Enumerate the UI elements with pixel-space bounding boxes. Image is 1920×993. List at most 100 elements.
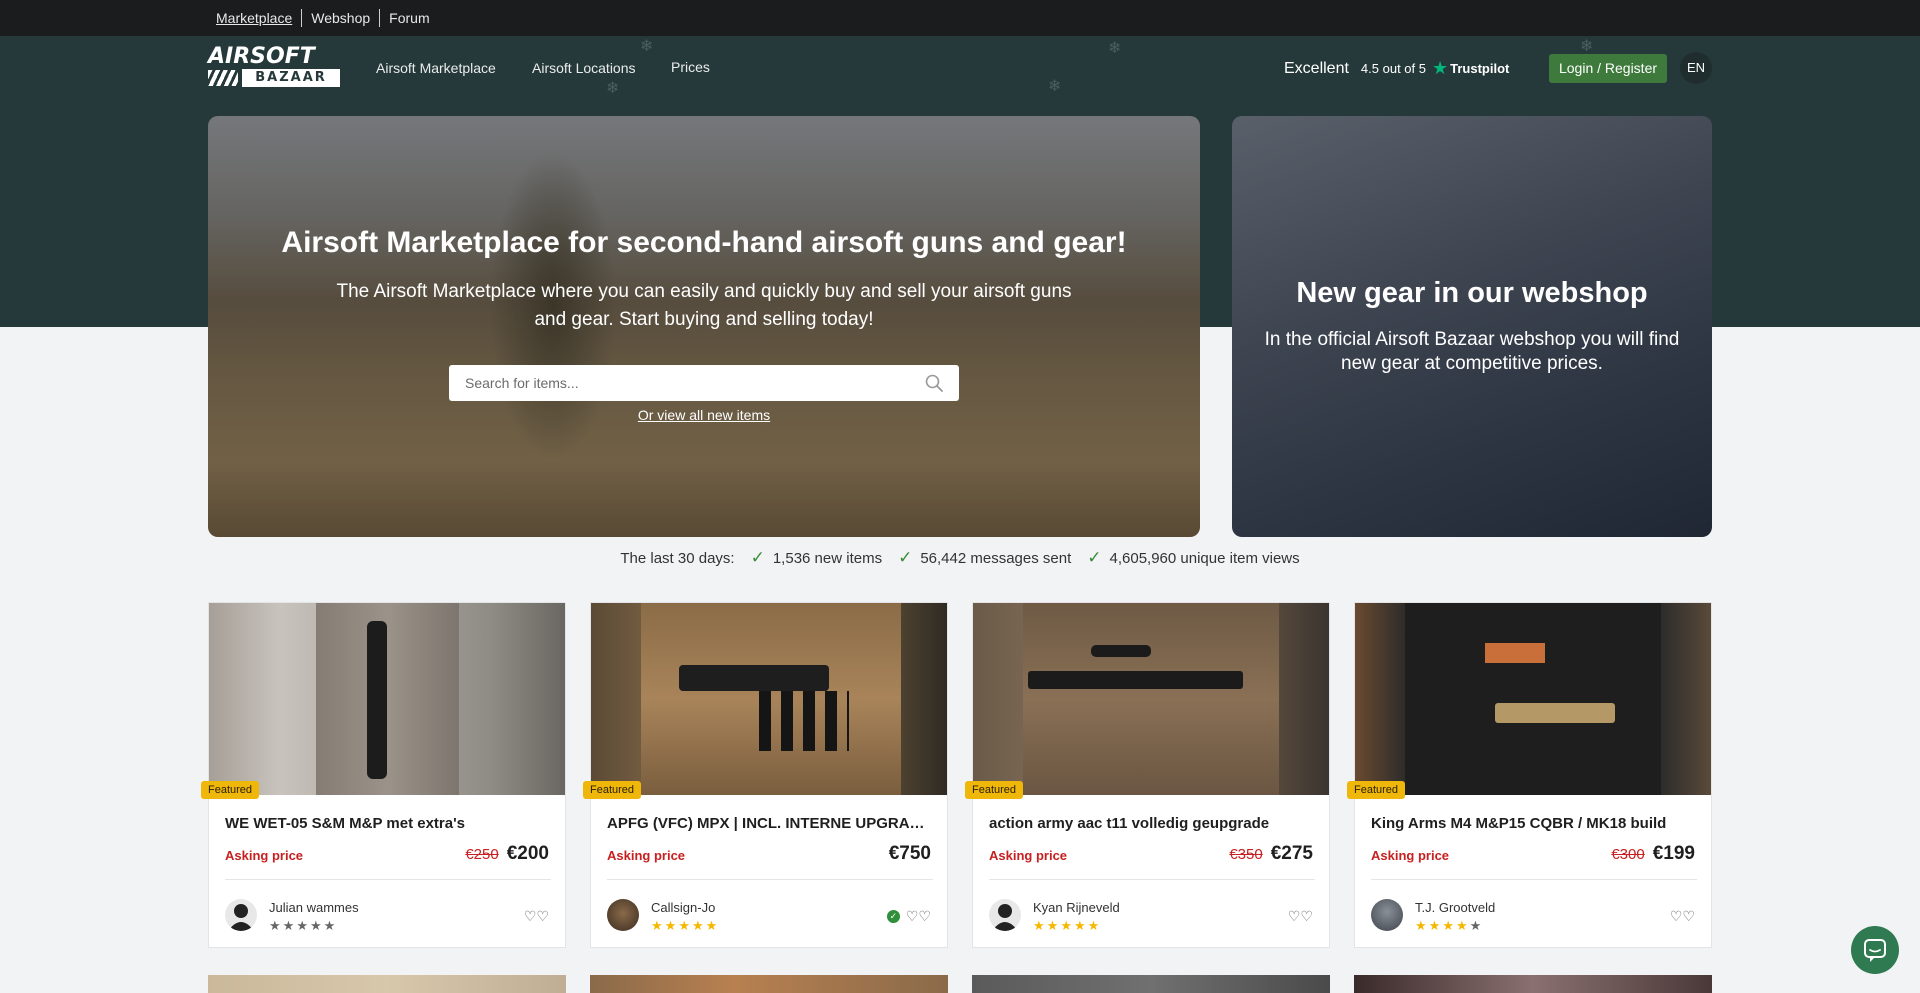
webshop-text: In the official Airsoft Bazaar webshop y… bbox=[1264, 329, 1680, 374]
listing-photo[interactable] bbox=[591, 603, 947, 795]
star-icon: ★ bbox=[1033, 918, 1047, 933]
seller-name[interactable]: Julian wammes bbox=[269, 900, 359, 915]
listing-title[interactable]: King Arms M4 M&P15 CQBR / MK18 build bbox=[1371, 815, 1697, 832]
divider bbox=[225, 879, 551, 880]
stats-label: The last 30 days: bbox=[620, 549, 735, 567]
star-icon: ★ bbox=[1442, 918, 1456, 933]
avatar[interactable] bbox=[1371, 899, 1403, 931]
view-all-new-items-link[interactable]: Or view all new items bbox=[208, 407, 1200, 423]
trustpilot-star-icon: ★ bbox=[1431, 58, 1449, 78]
listing-title[interactable]: WE WET-05 S&M M&P met extra's bbox=[225, 815, 551, 832]
listing-card[interactable]: Featured King Arms M4 M&P15 CQBR / MK18 … bbox=[1347, 602, 1712, 948]
search-icon[interactable] bbox=[925, 374, 943, 392]
current-price: €750 bbox=[888, 843, 931, 864]
check-icon: ✓ bbox=[898, 548, 913, 567]
star-icon: ★ bbox=[678, 918, 692, 933]
seller-name[interactable]: T.J. Grootveld bbox=[1415, 900, 1495, 915]
listing-card-peek[interactable] bbox=[208, 975, 566, 993]
star-icon: ★ bbox=[691, 918, 706, 933]
listing-card[interactable]: Featured APFG (VFC) MPX | INCL. INTERNE … bbox=[583, 602, 948, 948]
listing-card-peek[interactable] bbox=[590, 975, 948, 993]
star-icon: ★ bbox=[323, 918, 338, 933]
star-icon: ★ bbox=[1073, 918, 1088, 933]
check-icon: ✓ bbox=[750, 548, 765, 567]
heart-icon[interactable]: ♡♡ bbox=[1670, 908, 1695, 925]
snowflake-icon: ❄ bbox=[1580, 38, 1594, 55]
current-price: €199 bbox=[1652, 843, 1695, 864]
chat-button[interactable] bbox=[1851, 926, 1899, 974]
trustpilot-brand: Trustpilot bbox=[1450, 61, 1510, 76]
seller-rating: ★★★★★ bbox=[1033, 918, 1101, 934]
listing-card-peek[interactable] bbox=[1354, 975, 1712, 993]
old-price: €350 bbox=[1229, 846, 1263, 863]
star-icon: ★ bbox=[1046, 918, 1061, 933]
heart-icon[interactable]: ♡♡ bbox=[906, 908, 931, 925]
avatar[interactable] bbox=[989, 899, 1021, 931]
language-selector[interactable]: EN bbox=[1680, 52, 1712, 84]
featured-badge: Featured bbox=[583, 781, 642, 799]
listing-card-peek[interactable] bbox=[972, 975, 1330, 993]
divider bbox=[1371, 879, 1697, 880]
seller-rating: ★★★★★ bbox=[1415, 918, 1483, 934]
topbar-link-marketplace[interactable]: Marketplace bbox=[210, 9, 301, 27]
topbar-link-forum[interactable]: Forum bbox=[379, 9, 438, 27]
nav-airsoft-locations[interactable]: Airsoft Locations bbox=[532, 60, 636, 76]
current-price: €275 bbox=[1270, 843, 1313, 864]
old-price: €250 bbox=[465, 846, 499, 863]
star-icon: ★ bbox=[1455, 918, 1470, 933]
asking-price-label: Asking price bbox=[225, 848, 304, 863]
avatar[interactable] bbox=[225, 899, 257, 931]
site-logo[interactable]: AIRSOFT BAZAAR bbox=[208, 46, 340, 88]
webshop-banner[interactable]: New gear in our webshop In the official … bbox=[1232, 116, 1712, 537]
hero-banner: Airsoft Marketplace for second-hand airs… bbox=[208, 116, 1200, 537]
old-price: €300 bbox=[1611, 846, 1645, 863]
star-icon: ★ bbox=[282, 918, 297, 933]
listing-photo[interactable] bbox=[973, 603, 1329, 795]
star-icon: ★ bbox=[296, 918, 310, 933]
listing-title[interactable]: action army aac t11 volledig geupgrade bbox=[989, 815, 1315, 832]
divider bbox=[989, 879, 1315, 880]
asking-price-label: Asking price bbox=[989, 848, 1068, 863]
hero-title: Airsoft Marketplace for second-hand airs… bbox=[281, 226, 1127, 259]
login-register-button[interactable]: Login / Register bbox=[1549, 54, 1667, 83]
heart-icon[interactable]: ♡♡ bbox=[524, 908, 549, 925]
snowflake-icon: ❄ bbox=[1048, 78, 1062, 95]
listing-photo[interactable] bbox=[1355, 603, 1711, 795]
listing-title[interactable]: APFG (VFC) MPX | INCL. INTERNE UPGRADES … bbox=[607, 815, 933, 832]
logo-text-airsoft: AIRSOFT bbox=[208, 44, 315, 69]
divider bbox=[607, 879, 933, 880]
topbar-link-webshop[interactable]: Webshop bbox=[301, 9, 379, 27]
chat-icon bbox=[1864, 939, 1886, 962]
listing-photo[interactable] bbox=[209, 603, 565, 795]
star-icon: ★ bbox=[1469, 918, 1484, 933]
seller-name[interactable]: Callsign-Jo bbox=[651, 900, 715, 915]
asking-price-label: Asking price bbox=[607, 848, 686, 863]
trustpilot-score: 4.5 out of 5 bbox=[1360, 61, 1426, 76]
verified-check-icon: ✓ bbox=[886, 910, 900, 923]
featured-badge: Featured bbox=[201, 781, 260, 799]
seller-rating: ★★★★★ bbox=[651, 918, 719, 934]
nav-prices[interactable]: Prices bbox=[671, 59, 710, 75]
star-icon: ★ bbox=[1087, 918, 1102, 933]
hero-subtitle: The Airsoft Marketplace where you can ea… bbox=[336, 281, 1072, 330]
heart-icon[interactable]: ♡♡ bbox=[1288, 908, 1313, 925]
stat-new-items: 1,536 new items bbox=[772, 549, 883, 567]
current-price: €200 bbox=[506, 843, 549, 864]
listing-card[interactable]: Featured WE WET-05 S&M M&P met extra's A… bbox=[201, 602, 566, 948]
seller-rating: ★★★★★ bbox=[269, 918, 337, 934]
seller-name[interactable]: Kyan Rijneveld bbox=[1033, 900, 1120, 915]
logo-stripes bbox=[208, 70, 238, 86]
asking-price-label: Asking price bbox=[1371, 848, 1450, 863]
listing-card[interactable]: Featured action army aac t11 volledig ge… bbox=[965, 602, 1330, 948]
star-icon: ★ bbox=[1428, 918, 1443, 933]
featured-badge: Featured bbox=[1347, 781, 1406, 799]
avatar[interactable] bbox=[607, 899, 639, 931]
nav-airsoft-marketplace[interactable]: Airsoft Marketplace bbox=[376, 60, 496, 76]
featured-badge: Featured bbox=[965, 781, 1024, 799]
stat-messages-sent: 56,442 messages sent bbox=[920, 549, 1072, 567]
stats-bar: The last 30 days: ✓ 1,536 new items ✓ 56,4… bbox=[0, 548, 1920, 568]
trustpilot-widget[interactable]: Excellent 4.5 out of 5 ★ Trustpilot bbox=[1284, 58, 1509, 79]
search-input[interactable] bbox=[465, 365, 905, 401]
snowflake-icon: ❄ bbox=[606, 80, 620, 97]
star-icon: ★ bbox=[309, 918, 324, 933]
